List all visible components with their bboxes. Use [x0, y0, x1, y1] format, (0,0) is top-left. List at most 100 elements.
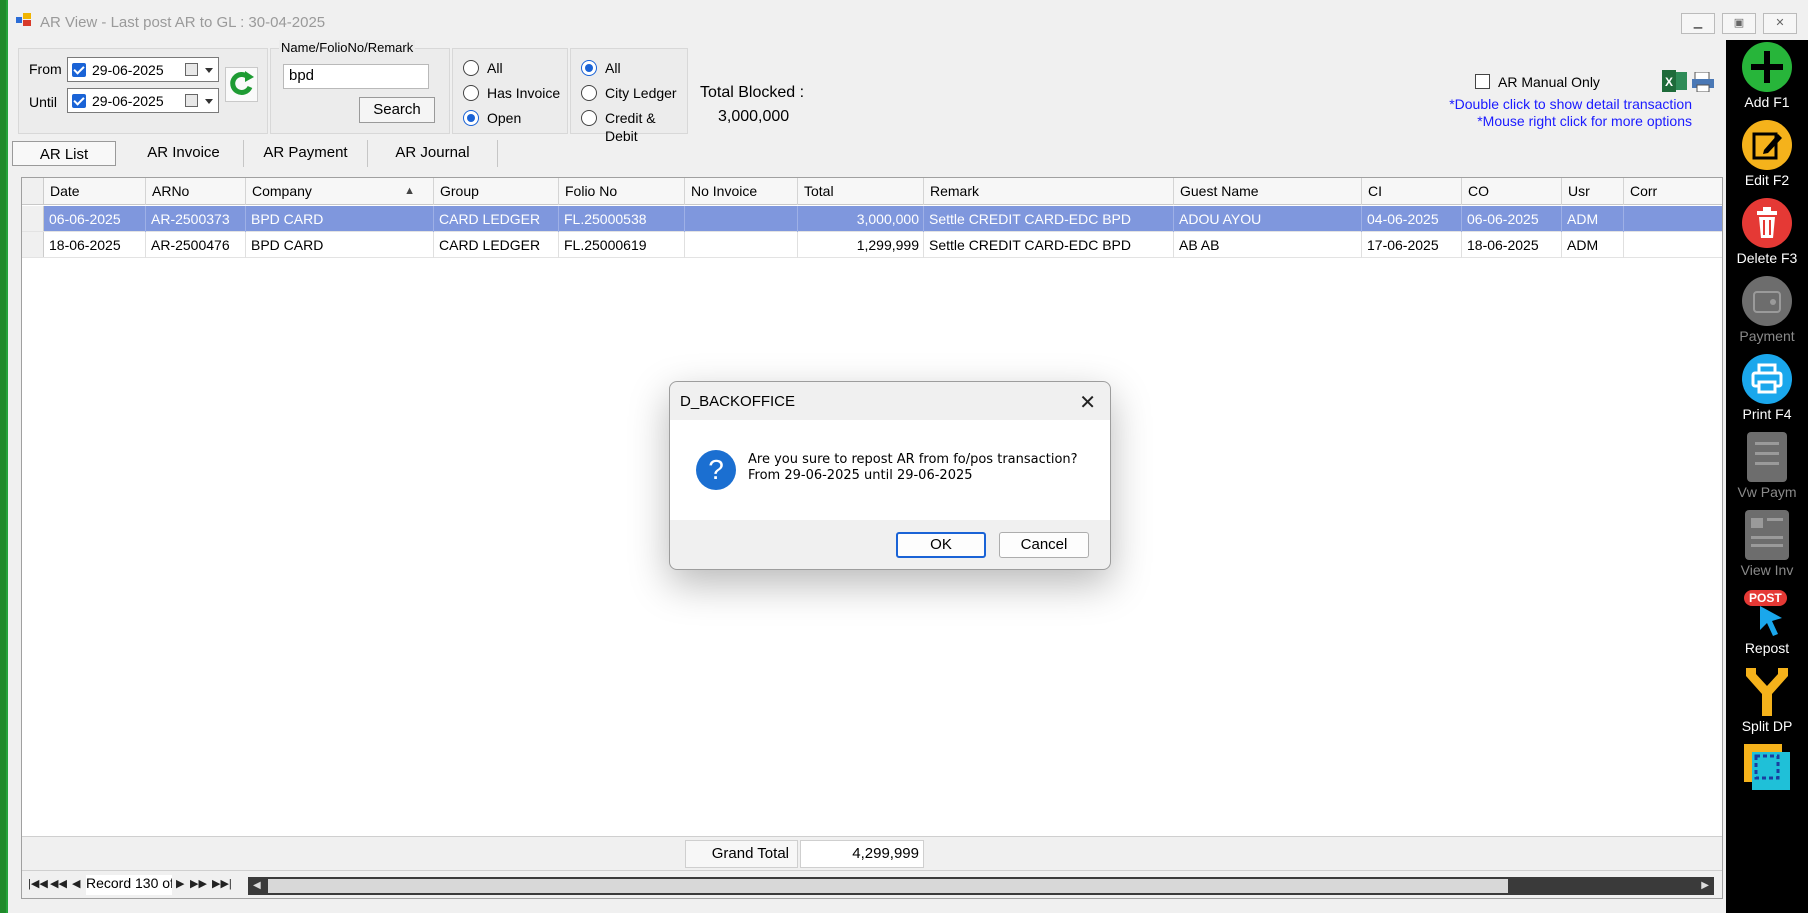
scrollbar-thumb[interactable] [268, 879, 1508, 893]
close-icon[interactable]: ✕ [1079, 390, 1096, 415]
ar-manual-only-checkbox[interactable] [1475, 74, 1490, 89]
confirm-dialog: D_BACKOFFICE ✕ ? Are you sure to repost … [669, 381, 1111, 570]
scroll-left-icon[interactable]: ◀ [253, 880, 261, 891]
row-selector[interactable] [22, 206, 44, 231]
until-date-checkbox[interactable] [72, 94, 86, 108]
cell-co: 06-06-2025 [1462, 206, 1562, 232]
radio-city-ledger[interactable]: City Ledger [581, 84, 677, 102]
col-group[interactable]: Group [434, 178, 559, 205]
edit-icon [1742, 120, 1792, 170]
payment-button[interactable]: Payment [1726, 276, 1808, 344]
refresh-button[interactable] [225, 67, 258, 102]
grand-total-bar: Grand Total 4,299,999 [22, 836, 1722, 870]
minimize-button[interactable]: ▁ [1681, 13, 1715, 34]
table-row[interactable]: 18-06-2025 AR-2500476 BPD CARD CARD LEDG… [22, 232, 1722, 258]
app-icon [16, 13, 31, 26]
title-bar: AR View - Last post AR to GL : 30-04-202… [8, 0, 1808, 38]
row-selector[interactable] [22, 232, 44, 257]
scroll-right-icon[interactable]: ▶ [1701, 880, 1709, 891]
radio-open[interactable]: Open [463, 109, 521, 127]
maximize-button[interactable]: ▣ [1722, 13, 1756, 34]
edit-button[interactable]: Edit F2 [1726, 120, 1808, 188]
next-record-icon[interactable]: ▶ [176, 877, 184, 890]
grand-total-value: 4,299,999 [800, 840, 924, 868]
tab-ar-journal[interactable]: AR Journal [368, 140, 498, 167]
split-icon [1742, 666, 1792, 716]
view-invoice-button[interactable]: View Inv [1726, 510, 1808, 578]
col-co[interactable]: CO [1462, 178, 1562, 205]
select-area-button[interactable] [1726, 742, 1808, 792]
prev-record-icon[interactable]: ◀ [72, 877, 80, 890]
from-date-checkbox[interactable] [72, 63, 86, 77]
close-window-button[interactable]: ✕ [1763, 13, 1797, 34]
post-icon: POST [1742, 588, 1792, 638]
chevron-down-icon[interactable] [205, 68, 213, 73]
radio-ledger-all[interactable]: All [581, 59, 621, 77]
tab-ar-list[interactable]: AR List [12, 141, 116, 166]
col-ci[interactable]: CI [1362, 178, 1462, 205]
ledger-filter-group: All City Ledger Credit & Debit [570, 48, 688, 144]
cell-no-invoice [685, 232, 798, 258]
cell-arno: AR-2500476 [146, 232, 246, 258]
chevron-down-icon[interactable] [205, 99, 213, 104]
first-page-icon[interactable]: |◀◀ [28, 877, 48, 890]
cell-total: 3,000,000 [798, 206, 924, 232]
search-group-label: Name/FolioNo/Remark [279, 40, 416, 55]
radio-credit-debit[interactable]: Credit & Debit [581, 109, 687, 145]
cell-date: 06-06-2025 [44, 206, 146, 232]
dialog-message-line2: From 29-06-2025 until 29-06-2025 [748, 468, 973, 483]
col-usr[interactable]: Usr [1562, 178, 1624, 205]
search-input[interactable]: bpd [283, 64, 429, 89]
grid-header: Date ARNo Company ▲ Group Folio No No Inv… [22, 178, 1722, 205]
col-corr[interactable]: Corr [1624, 178, 1722, 205]
dialog-message: Are you sure to repost AR from fo/pos tr… [748, 452, 1078, 484]
col-date[interactable]: Date [44, 178, 146, 205]
next-page-icon[interactable]: ▶▶ [190, 877, 207, 890]
repost-button[interactable]: POST Repost [1726, 588, 1808, 656]
prev-page-icon[interactable]: ◀◀ [50, 877, 67, 890]
tab-ar-invoice[interactable]: AR Invoice [124, 140, 244, 167]
sort-asc-icon: ▲ [404, 185, 415, 197]
table-row[interactable]: 06-06-2025 AR-2500373 BPD CARD CARD LEDG… [22, 206, 1722, 232]
col-total[interactable]: Total [798, 178, 924, 205]
col-no-invoice[interactable]: No Invoice [685, 178, 798, 205]
cell-company: BPD CARD [246, 232, 434, 258]
cell-group: CARD LEDGER [434, 206, 559, 232]
cell-guest-name: AB AB [1174, 232, 1362, 258]
trash-icon [1742, 198, 1792, 248]
hint-right-click: *Mouse right click for more options [1477, 113, 1692, 129]
print-preview-icon[interactable] [1692, 72, 1714, 92]
col-guest-name[interactable]: Guest Name [1174, 178, 1362, 205]
horizontal-scrollbar[interactable]: ◀ ▶ [248, 877, 1714, 895]
grand-total-label: Grand Total [685, 840, 798, 868]
view-payment-button[interactable]: Vw Paym [1726, 432, 1808, 500]
cell-date: 18-06-2025 [44, 232, 146, 258]
col-arno[interactable]: ARNo [146, 178, 246, 205]
split-dp-button[interactable]: Split DP [1726, 666, 1808, 734]
edit-label: Edit F2 [1744, 172, 1790, 188]
cell-remark: Settle CREDIT CARD-EDC BPD [924, 206, 1174, 232]
total-blocked-value: 3,000,000 [718, 108, 790, 125]
total-blocked-label: Total Blocked : [700, 84, 805, 101]
print-button[interactable]: Print F4 [1726, 354, 1808, 422]
payment-label: Payment [1739, 328, 1795, 344]
record-counter: Record 130 of 2 [86, 875, 172, 895]
tab-ar-payment[interactable]: AR Payment [244, 140, 368, 167]
last-page-icon[interactable]: ▶▶| [212, 877, 232, 890]
col-company[interactable]: Company ▲ [246, 178, 434, 205]
from-date-picker[interactable]: 29-06-2025 [67, 57, 219, 82]
dialog-body: ? Are you sure to repost AR from fo/pos … [670, 420, 1110, 520]
col-company-label: Company [252, 183, 312, 199]
cancel-button[interactable]: Cancel [999, 532, 1089, 558]
until-date-picker[interactable]: 29-06-2025 [67, 88, 219, 113]
search-button[interactable]: Search [359, 97, 435, 123]
col-remark[interactable]: Remark [924, 178, 1174, 205]
excel-export-icon[interactable]: X [1662, 70, 1688, 92]
radio-invoice-all[interactable]: All [463, 59, 503, 77]
ok-button[interactable]: OK [896, 532, 986, 558]
col-folio-no[interactable]: Folio No [559, 178, 685, 205]
radio-has-invoice[interactable]: Has Invoice [463, 84, 560, 102]
delete-label: Delete F3 [1736, 250, 1798, 266]
add-button[interactable]: Add F1 [1726, 42, 1808, 110]
delete-button[interactable]: Delete F3 [1726, 198, 1808, 266]
